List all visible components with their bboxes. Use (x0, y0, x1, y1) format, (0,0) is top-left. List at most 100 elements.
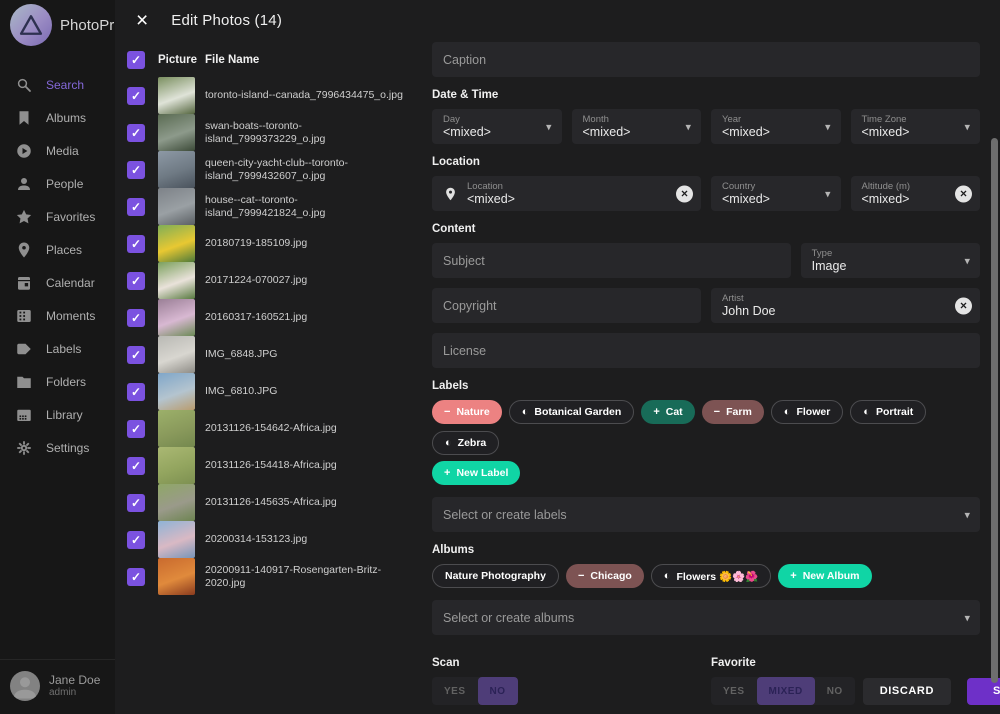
photo-thumbnail[interactable] (158, 77, 195, 114)
library-icon (15, 406, 33, 424)
photo-thumbnail[interactable] (158, 484, 195, 521)
photo-row: ✓20160317-160521.jpg (127, 299, 420, 336)
photo-thumbnail[interactable] (158, 410, 195, 447)
label-chip-farm[interactable]: −Farm (702, 400, 764, 424)
photo-checkbox[interactable]: ✓ (127, 531, 145, 549)
scan-section: Scan YESNO (432, 645, 701, 705)
photo-checkbox[interactable]: ✓ (127, 457, 145, 475)
photo-checkbox[interactable]: ✓ (127, 383, 145, 401)
minus-icon: − (578, 571, 584, 582)
year-value: <mixed> (722, 125, 830, 140)
month-select[interactable]: Month <mixed> ▾ (572, 109, 702, 144)
photo-row: ✓20131126-145635-Africa.jpg (127, 484, 420, 521)
albums-combobox[interactable]: Select or create albums ▾ (432, 600, 980, 635)
copyright-input[interactable]: Copyright (432, 288, 701, 323)
photo-checkbox[interactable]: ✓ (127, 198, 145, 216)
subject-input[interactable]: Subject (432, 243, 791, 278)
time-zone-select[interactable]: Time Zone <mixed> ▾ (851, 109, 981, 144)
photo-thumbnail[interactable] (158, 558, 195, 595)
clear-icon[interactable]: × (676, 185, 693, 202)
photo-thumbnail[interactable] (158, 225, 195, 262)
photo-checkbox[interactable]: ✓ (127, 235, 145, 253)
album-chip-new-album[interactable]: +New Album (778, 564, 871, 588)
altitude-input[interactable]: Altitude (m) <mixed> × (851, 176, 981, 211)
photo-thumbnail[interactable] (158, 447, 195, 484)
favorite-option-yes[interactable]: YES (711, 677, 757, 705)
photo-thumbnail[interactable] (158, 521, 195, 558)
form-scrollbar[interactable] (991, 138, 998, 683)
chip-label: Flower (796, 406, 830, 418)
photo-checkbox[interactable]: ✓ (127, 272, 145, 290)
type-select[interactable]: Type Image ▾ (801, 243, 980, 278)
copyright-row: Copyright Artist John Doe × (432, 288, 980, 323)
sidebar-user[interactable]: Jane Doe admin (0, 659, 115, 714)
add-new-label[interactable]: +New Label (432, 461, 520, 485)
label-chip-portrait[interactable]: ◐Portrait (850, 400, 926, 424)
sidebar-item-labels[interactable]: Labels (0, 332, 115, 365)
sidebar-item-library[interactable]: Library (0, 398, 115, 431)
label-chip-flower[interactable]: ◐Flower (771, 400, 844, 424)
favorite-toggle: YESMIXEDNO (711, 677, 855, 705)
country-select[interactable]: Country <mixed> ▾ (711, 176, 841, 211)
app-root: PhotoPrism SearchAlbums Media PeopleFavori… (0, 0, 1000, 714)
photo-checkbox[interactable]: ✓ (127, 346, 145, 364)
brand[interactable]: PhotoPrism (0, 0, 115, 50)
select-all-checkbox[interactable]: ✓ (127, 51, 145, 69)
label-chip-cat[interactable]: +Cat (641, 400, 694, 424)
album-chip-nature-photography[interactable]: Nature Photography (432, 564, 559, 588)
scan-toggle: YESNO (432, 677, 518, 705)
label-chip-nature[interactable]: −Nature (432, 400, 502, 424)
photo-thumbnail[interactable] (158, 188, 195, 225)
close-icon[interactable]: × (136, 10, 148, 31)
sidebar-item-people[interactable]: People (0, 167, 115, 200)
labels-combobox[interactable]: Select or create labels ▾ (432, 497, 980, 532)
label-chip-botanical-garden[interactable]: ◐Botanical Garden (509, 400, 635, 424)
location-input[interactable]: Location <mixed> × (432, 176, 701, 211)
minus-icon: − (714, 407, 720, 418)
column-header-file-name: File Name (205, 54, 259, 66)
scan-option-no[interactable]: NO (478, 677, 518, 705)
photo-row: ✓20200911-140917-Rosengarten-Britz-2020.… (127, 558, 420, 595)
favorite-option-no[interactable]: NO (815, 677, 855, 705)
clear-icon[interactable]: × (955, 185, 972, 202)
photo-checkbox[interactable]: ✓ (127, 494, 145, 512)
photo-checkbox[interactable]: ✓ (127, 161, 145, 179)
artist-input[interactable]: Artist John Doe × (711, 288, 980, 323)
sidebar-item-settings[interactable]: Settings (0, 431, 115, 464)
sidebar-item-folders[interactable]: Folders (0, 365, 115, 398)
favorite-option-mixed[interactable]: MIXED (757, 677, 815, 705)
photo-thumbnail[interactable] (158, 114, 195, 151)
sidebar-item-search[interactable]: Search (0, 68, 115, 101)
photo-thumbnail[interactable] (158, 151, 195, 188)
day-select[interactable]: Day <mixed> ▾ (432, 109, 562, 144)
sidebar-item-favorites[interactable]: Favorites (0, 200, 115, 233)
photo-thumbnail[interactable] (158, 299, 195, 336)
photo-checkbox[interactable]: ✓ (127, 420, 145, 438)
photo-checkbox[interactable]: ✓ (127, 568, 145, 586)
sidebar-item-moments[interactable]: Moments (0, 299, 115, 332)
album-chip-flowers[interactable]: ◐Flowers 🌼🌸🌺 (651, 564, 771, 588)
label-chip-zebra[interactable]: ◐Zebra (432, 431, 499, 455)
photo-thumbnail[interactable] (158, 373, 195, 410)
photo-thumbnail[interactable] (158, 336, 195, 373)
sidebar-item-media[interactable]: Media (0, 134, 115, 167)
half-selected-icon: ◐ (522, 407, 529, 418)
discard-button[interactable]: DISCARD (863, 678, 951, 705)
clear-icon[interactable]: × (955, 297, 972, 314)
year-select[interactable]: Year <mixed> ▾ (711, 109, 841, 144)
labels-combobox-placeholder: Select or create labels (443, 508, 969, 522)
sidebar-item-label: Media (46, 144, 79, 158)
albums-combobox-placeholder: Select or create albums (443, 611, 969, 625)
album-chip-chicago[interactable]: −Chicago (566, 564, 644, 588)
caption-input[interactable]: Caption (432, 42, 980, 77)
sidebar-item-albums[interactable]: Albums (0, 101, 115, 134)
license-input[interactable]: License (432, 333, 980, 368)
photo-checkbox[interactable]: ✓ (127, 124, 145, 142)
photo-checkbox[interactable]: ✓ (127, 87, 145, 105)
sidebar-item-calendar[interactable]: Calendar (0, 266, 115, 299)
photo-thumbnail[interactable] (158, 262, 195, 299)
scan-option-yes[interactable]: YES (432, 677, 478, 705)
photo-checkbox[interactable]: ✓ (127, 309, 145, 327)
sidebar-item-places[interactable]: Places (0, 233, 115, 266)
location-value: <mixed> (467, 192, 690, 207)
